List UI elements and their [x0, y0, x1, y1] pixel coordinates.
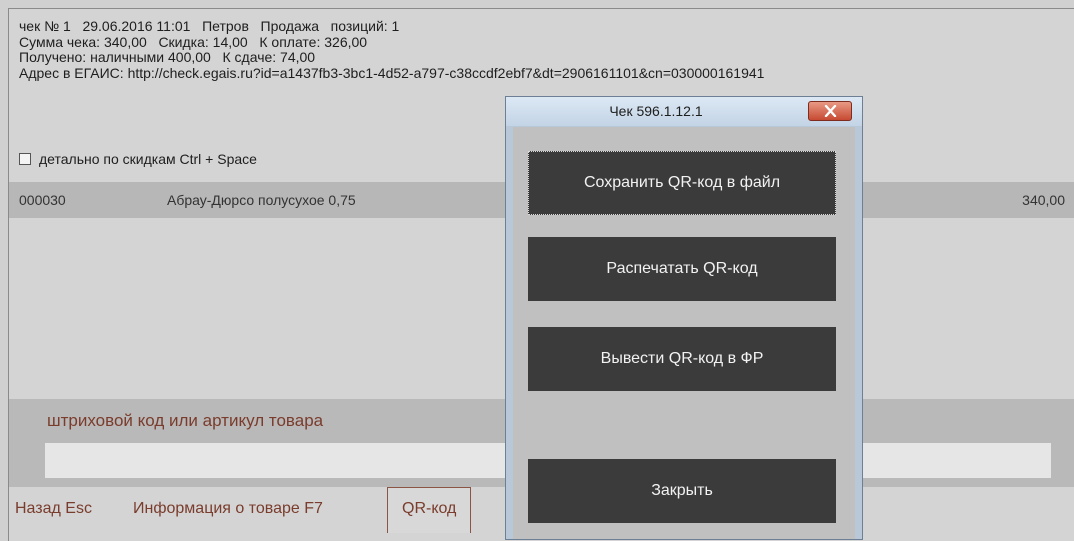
close-button[interactable]: Закрыть [528, 459, 836, 523]
dialog-close-button[interactable] [808, 101, 852, 121]
print-qr-button[interactable]: Распечатать QR-код [528, 237, 836, 301]
detail-discount-toggle[interactable]: детально по скидкам Ctrl + Space [19, 151, 257, 167]
close-x-icon [824, 105, 837, 117]
item-amount: 340,00 [1022, 192, 1065, 208]
save-qr-button[interactable]: Сохранить QR-код в файл [528, 151, 836, 215]
item-code: 000030 [19, 192, 66, 208]
dialog-body: Сохранить QR-код в файл Распечатать QR-к… [513, 127, 855, 539]
item-name: Абрау-Дюрсо полусухое 0,75 [167, 192, 356, 208]
output-qr-fr-button[interactable]: Вывести QR-код в ФР [528, 327, 836, 391]
qr-dialog: Чек 596.1.12.1 Сохранить QR-код в файл Р… [505, 96, 863, 540]
detail-discount-label: детально по скидкам Ctrl + Space [39, 151, 257, 167]
receipt-info: чек № 1 29.06.2016 11:01 Петров Продажа … [19, 18, 765, 81]
back-button[interactable]: Назад Esc [15, 500, 92, 518]
product-info-button[interactable]: Информация о товаре F7 [133, 500, 323, 518]
receipt-sum-line: Сумма чека: 340,00 Скидка: 14,00 К оплат… [19, 33, 368, 50]
qr-code-button[interactable]: QR-код [387, 487, 472, 533]
dialog-title: Чек 596.1.12.1 [609, 103, 703, 119]
barcode-label: штриховой код или артикул товара [47, 411, 324, 430]
receipt-egais-address: Адрес в ЕГАИС: http://check.egais.ru?id=… [19, 64, 765, 81]
receipt-payment-line: Получено: наличными 400,00 К сдаче: 74,0… [19, 49, 316, 65]
checkbox-unchecked-icon[interactable] [19, 153, 31, 165]
receipt-header-line: чек № 1 29.06.2016 11:01 Петров Продажа … [19, 18, 400, 34]
dialog-title-bar[interactable]: Чек 596.1.12.1 [506, 97, 862, 126]
